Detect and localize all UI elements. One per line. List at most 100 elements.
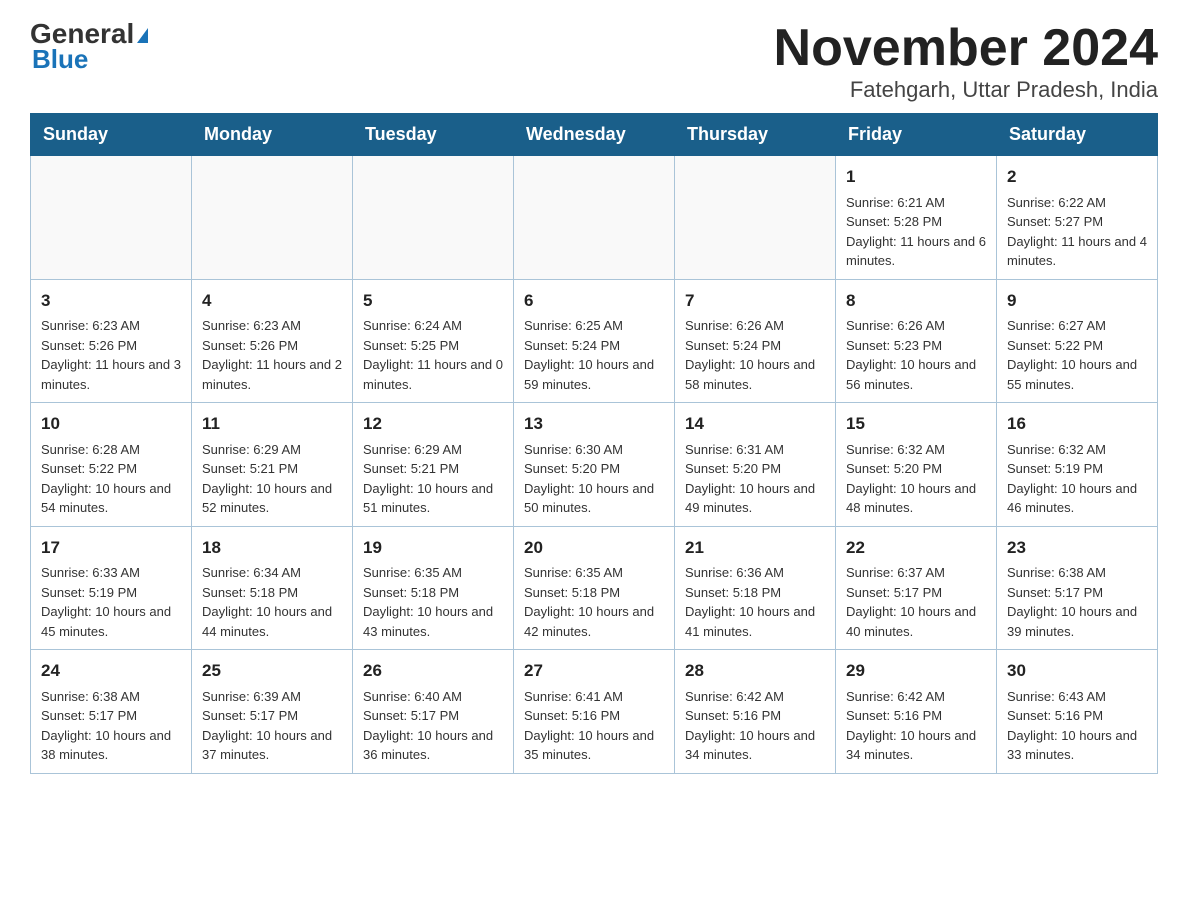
logo: General Blue [30,20,148,75]
calendar-cell: 19Sunrise: 6:35 AMSunset: 5:18 PMDayligh… [353,526,514,650]
day-info: Sunrise: 6:38 AMSunset: 5:17 PMDaylight:… [41,687,181,765]
day-header-saturday: Saturday [997,114,1158,156]
calendar-cell: 16 Sunrise: 6:32 AMSunset: 5:19 PMDayligh… [997,403,1158,527]
calendar-cell: 23Sunrise: 6:38 AMSunset: 5:17 PMDayligh… [997,526,1158,650]
day-info: Sunrise: 6:35 AMSunset: 5:18 PMDaylight:… [524,563,664,641]
page-subtitle: Fatehgarh, Uttar Pradesh, India [774,77,1158,103]
day-info: Sunrise: 6:40 AMSunset: 5:17 PMDaylight:… [363,687,503,765]
day-info: Sunrise: 6:41 AMSunset: 5:16 PMDaylight:… [524,687,664,765]
day-number: 25 [202,658,342,684]
calendar-cell [31,156,192,280]
day-number: 16 [1007,411,1147,437]
day-number: 20 [524,535,664,561]
calendar-cell: 9Sunrise: 6:27 AMSunset: 5:22 PMDaylight… [997,279,1158,403]
day-number: 26 [363,658,503,684]
calendar-week-1: 1 Sunrise: 6:21 AMSunset: 5:28 PMDaylight… [31,156,1158,280]
day-info: Sunrise: 6:32 AMSunset: 5:19 PMDaylight:… [1007,440,1147,518]
calendar-week-3: 10 Sunrise: 6:28 AMSunset: 5:22 PMDayligh… [31,403,1158,527]
logo-blue: Blue [30,44,88,75]
calendar-cell [675,156,836,280]
day-number: 14 [685,411,825,437]
day-number: 21 [685,535,825,561]
calendar-cell: 8Sunrise: 6:26 AMSunset: 5:23 PMDaylight… [836,279,997,403]
page-title: November 2024 [774,20,1158,77]
day-number: 17 [41,535,181,561]
calendar-cell: 12Sunrise: 6:29 AMSunset: 5:21 PMDayligh… [353,403,514,527]
calendar-cell: 2 Sunrise: 6:22 AMSunset: 5:27 PMDaylight… [997,156,1158,280]
day-info: Sunrise: 6:21 AMSunset: 5:28 PMDaylight:… [846,193,986,271]
page-header: General Blue November 2024 Fatehgarh, Ut… [30,20,1158,103]
day-info: Sunrise: 6:28 AMSunset: 5:22 PMDaylight:… [41,440,181,518]
calendar-cell: 18Sunrise: 6:34 AMSunset: 5:18 PMDayligh… [192,526,353,650]
day-info: Sunrise: 6:43 AMSunset: 5:16 PMDaylight:… [1007,687,1147,765]
calendar-cell: 13 Sunrise: 6:30 AMSunset: 5:20 PMDayligh… [514,403,675,527]
calendar-cell: 6Sunrise: 6:25 AMSunset: 5:24 PMDaylight… [514,279,675,403]
calendar-cell: 17Sunrise: 6:33 AMSunset: 5:19 PMDayligh… [31,526,192,650]
day-number: 12 [363,411,503,437]
day-number: 18 [202,535,342,561]
day-number: 27 [524,658,664,684]
day-number: 22 [846,535,986,561]
calendar-cell: 30 Sunrise: 6:43 AMSunset: 5:16 PMDayligh… [997,650,1158,774]
title-block: November 2024 Fatehgarh, Uttar Pradesh, … [774,20,1158,103]
day-info: Sunrise: 6:22 AMSunset: 5:27 PMDaylight:… [1007,193,1147,271]
calendar-header-row: SundayMondayTuesdayWednesdayThursdayFrid… [31,114,1158,156]
day-number: 15 [846,411,986,437]
day-number: 13 [524,411,664,437]
day-info: Sunrise: 6:25 AMSunset: 5:24 PMDaylight:… [524,316,664,394]
day-number: 6 [524,288,664,314]
day-info: Sunrise: 6:24 AMSunset: 5:25 PMDaylight:… [363,316,503,394]
day-info: Sunrise: 6:32 AMSunset: 5:20 PMDaylight:… [846,440,986,518]
day-number: 1 [846,164,986,190]
calendar-cell: 29 Sunrise: 6:42 AMSunset: 5:16 PMDayligh… [836,650,997,774]
calendar-cell: 7Sunrise: 6:26 AMSunset: 5:24 PMDaylight… [675,279,836,403]
calendar-cell: 24Sunrise: 6:38 AMSunset: 5:17 PMDayligh… [31,650,192,774]
day-info: Sunrise: 6:38 AMSunset: 5:17 PMDaylight:… [1007,563,1147,641]
day-info: Sunrise: 6:36 AMSunset: 5:18 PMDaylight:… [685,563,825,641]
day-number: 8 [846,288,986,314]
day-info: Sunrise: 6:35 AMSunset: 5:18 PMDaylight:… [363,563,503,641]
calendar-week-2: 3Sunrise: 6:23 AMSunset: 5:26 PMDaylight… [31,279,1158,403]
calendar-cell: 25 Sunrise: 6:39 AMSunset: 5:17 PMDayligh… [192,650,353,774]
calendar-cell: 1 Sunrise: 6:21 AMSunset: 5:28 PMDaylight… [836,156,997,280]
day-header-sunday: Sunday [31,114,192,156]
calendar-cell: 14 Sunrise: 6:31 AMSunset: 5:20 PMDayligh… [675,403,836,527]
day-number: 29 [846,658,986,684]
calendar-cell [192,156,353,280]
day-header-monday: Monday [192,114,353,156]
day-number: 9 [1007,288,1147,314]
day-info: Sunrise: 6:34 AMSunset: 5:18 PMDaylight:… [202,563,342,641]
day-number: 10 [41,411,181,437]
calendar-cell: 5Sunrise: 6:24 AMSunset: 5:25 PMDaylight… [353,279,514,403]
calendar-cell: 22Sunrise: 6:37 AMSunset: 5:17 PMDayligh… [836,526,997,650]
day-info: Sunrise: 6:39 AMSunset: 5:17 PMDaylight:… [202,687,342,765]
day-header-tuesday: Tuesday [353,114,514,156]
day-number: 30 [1007,658,1147,684]
day-info: Sunrise: 6:31 AMSunset: 5:20 PMDaylight:… [685,440,825,518]
day-number: 4 [202,288,342,314]
day-number: 19 [363,535,503,561]
day-info: Sunrise: 6:42 AMSunset: 5:16 PMDaylight:… [846,687,986,765]
day-info: Sunrise: 6:30 AMSunset: 5:20 PMDaylight:… [524,440,664,518]
day-number: 3 [41,288,181,314]
calendar-cell [353,156,514,280]
day-number: 2 [1007,164,1147,190]
calendar-cell: 21Sunrise: 6:36 AMSunset: 5:18 PMDayligh… [675,526,836,650]
calendar-cell: 11Sunrise: 6:29 AMSunset: 5:21 PMDayligh… [192,403,353,527]
day-header-friday: Friday [836,114,997,156]
day-info: Sunrise: 6:37 AMSunset: 5:17 PMDaylight:… [846,563,986,641]
day-info: Sunrise: 6:27 AMSunset: 5:22 PMDaylight:… [1007,316,1147,394]
day-number: 23 [1007,535,1147,561]
calendar-week-5: 24Sunrise: 6:38 AMSunset: 5:17 PMDayligh… [31,650,1158,774]
day-number: 7 [685,288,825,314]
calendar-cell: 26 Sunrise: 6:40 AMSunset: 5:17 PMDayligh… [353,650,514,774]
calendar-cell [514,156,675,280]
day-info: Sunrise: 6:33 AMSunset: 5:19 PMDaylight:… [41,563,181,641]
day-info: Sunrise: 6:26 AMSunset: 5:23 PMDaylight:… [846,316,986,394]
day-header-wednesday: Wednesday [514,114,675,156]
day-number: 5 [363,288,503,314]
calendar-cell: 15 Sunrise: 6:32 AMSunset: 5:20 PMDayligh… [836,403,997,527]
calendar-cell: 27 Sunrise: 6:41 AMSunset: 5:16 PMDayligh… [514,650,675,774]
calendar-cell: 28Sunrise: 6:42 AMSunset: 5:16 PMDayligh… [675,650,836,774]
day-info: Sunrise: 6:26 AMSunset: 5:24 PMDaylight:… [685,316,825,394]
